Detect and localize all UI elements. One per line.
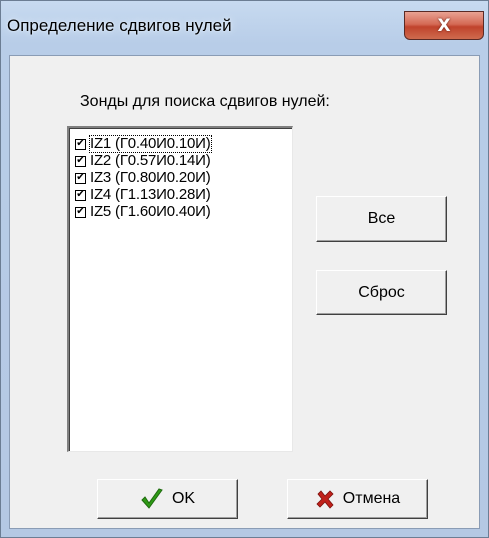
probe-item[interactable]: ✔ IZ2 (Г0.57И0.14И) xyxy=(75,153,211,169)
probe-checkbox[interactable]: ✔ xyxy=(75,189,86,201)
probes-listbox[interactable]: ✔ IZ1 (Г0.40И0.10И) ✔ IZ2 (Г0.57И0.14И) … xyxy=(67,126,293,452)
ok-label: OK xyxy=(171,490,196,507)
close-button[interactable]: X xyxy=(404,11,484,40)
cancel-button[interactable]: Отмена xyxy=(287,479,428,519)
checkmark-icon xyxy=(140,488,164,510)
ok-button[interactable]: OK xyxy=(97,479,238,519)
probe-label: IZ4 (Г1.13И0.28И) xyxy=(90,186,211,203)
probe-checkbox[interactable]: ✔ xyxy=(75,138,86,150)
probe-label: IZ3 (Г0.80И0.20И) xyxy=(90,169,211,186)
dialog-window: Определение сдвигов нулей X Зонды для по… xyxy=(0,0,489,538)
select-all-label: Все xyxy=(367,210,396,227)
probe-label: IZ2 (Г0.57И0.14И) xyxy=(90,152,211,169)
probe-item[interactable]: ✔ IZ3 (Г0.80И0.20И) xyxy=(75,170,211,186)
window-title: Определение сдвигов нулей xyxy=(7,16,232,35)
probe-label: IZ1 (Г0.40И0.10И) xyxy=(89,135,212,153)
dialog-body: Зонды для поиска сдвигов нулей: ✔ IZ1 (Г… xyxy=(9,55,480,529)
probes-group-label: Зонды для поиска сдвигов нулей: xyxy=(80,93,330,110)
probe-item[interactable]: ✔ IZ1 (Г0.40И0.10И) xyxy=(75,135,212,153)
probe-checkbox[interactable]: ✔ xyxy=(75,155,86,167)
reset-label: Сброс xyxy=(358,283,405,301)
probe-checkbox[interactable]: ✔ xyxy=(75,206,86,218)
x-cross-icon xyxy=(315,489,335,509)
select-all-button[interactable]: Все xyxy=(316,196,447,242)
probe-checkbox[interactable]: ✔ xyxy=(75,172,86,184)
probe-label: IZ5 (Г1.60И0.40И) xyxy=(90,203,211,220)
probe-item[interactable]: ✔ IZ4 (Г1.13И0.28И) xyxy=(75,187,211,203)
cancel-label: Отмена xyxy=(342,490,401,507)
title-bar[interactable]: Определение сдвигов нулей X xyxy=(1,1,488,40)
close-icon: X xyxy=(437,15,451,36)
reset-button[interactable]: Сброс xyxy=(316,270,447,315)
probe-item[interactable]: ✔ IZ5 (Г1.60И0.40И) xyxy=(75,204,211,220)
